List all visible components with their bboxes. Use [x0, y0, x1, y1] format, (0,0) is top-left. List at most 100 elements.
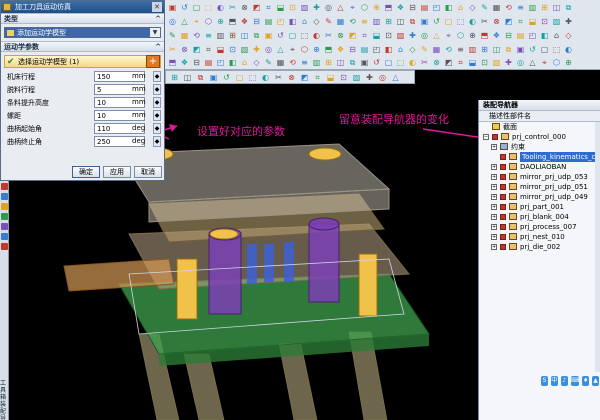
visibility-checkbox[interactable]	[500, 234, 506, 240]
unit-menu-icon[interactable]: ◆	[153, 136, 161, 147]
toolbar-icon[interactable]: ❖	[491, 30, 502, 41]
dialog-title-bar[interactable]: 加工刀具运动仿真 ✕	[1, 1, 164, 13]
toolbar-icon[interactable]: ⟲	[443, 44, 454, 55]
part-nav-icon[interactable]	[1, 203, 8, 210]
toolbar-icon[interactable]: ▣	[515, 44, 526, 55]
toolbar-icon[interactable]: ⊕	[215, 16, 226, 27]
toolbar-icon[interactable]: ⬒	[383, 2, 394, 13]
toolbar-icon[interactable]: ⊡	[287, 2, 298, 13]
toolbar-icon[interactable]: ▧	[491, 57, 502, 68]
visibility-checkbox[interactable]	[500, 244, 506, 250]
toolbar-icon[interactable]: ◇	[467, 2, 478, 13]
toolbar-icon[interactable]: ❖	[395, 2, 406, 13]
toolbar-icon[interactable]: ⊡	[227, 44, 238, 55]
tray-icon[interactable]: ▲	[592, 376, 599, 386]
toolbar-icon[interactable]: ⊡	[539, 16, 550, 27]
toolbar-icon[interactable]: ◎	[419, 30, 430, 41]
toolbar-icon[interactable]: ✎	[263, 57, 274, 68]
toolbar-icon[interactable]: ⌖	[443, 30, 454, 41]
unit-menu-icon[interactable]: ◆	[153, 84, 161, 95]
toolbar-icon[interactable]: ⬚	[455, 16, 466, 27]
toolbar-icon[interactable]: ▦	[275, 57, 286, 68]
toolbar-icon[interactable]: ↺	[527, 44, 538, 55]
toolbar-icon[interactable]: ↺	[371, 57, 382, 68]
toolbar-icon[interactable]: ✂	[419, 57, 430, 68]
close-icon[interactable]: ✕	[152, 2, 162, 12]
toolbar-icon[interactable]: ◫	[551, 2, 562, 13]
toolbar-icon[interactable]: ◎	[515, 57, 526, 68]
unit-menu-icon[interactable]: ◆	[153, 71, 161, 82]
toolbar-icon[interactable]: ✂	[167, 44, 178, 55]
tree-item[interactable]: Tooling_kinematics_c	[479, 152, 600, 162]
toolbar-icon[interactable]: ⌖	[539, 57, 550, 68]
toolbar-icon[interactable]: ⊟	[251, 16, 262, 27]
expand-toggle-icon[interactable]: −	[483, 134, 489, 140]
toolbar-icon[interactable]: ↺	[275, 30, 286, 41]
toolbar-icon[interactable]: ⊕	[371, 2, 382, 13]
toolbar-icon[interactable]: ⊟	[407, 2, 418, 13]
toolbar-icon[interactable]: ✚	[563, 16, 574, 27]
visibility-checkbox[interactable]	[500, 214, 506, 220]
toolbar-icon[interactable]: ✎	[167, 30, 178, 41]
toolbar-icon[interactable]: ⌖	[287, 44, 298, 55]
toolbar-icon[interactable]: ⧉	[407, 16, 418, 27]
toolbar-icon[interactable]: ▤	[203, 57, 214, 68]
toolbar-icon[interactable]: ◰	[527, 30, 538, 41]
tray-icon[interactable]: ♦	[582, 376, 590, 386]
toolbar-icon[interactable]: ✚	[311, 2, 322, 13]
toolbar-icon[interactable]: ⬡	[455, 30, 466, 41]
toolbar-icon[interactable]: △	[527, 57, 538, 68]
toolbar-icon[interactable]: ▣	[419, 16, 430, 27]
toolbar-icon[interactable]: ⬓	[325, 72, 336, 83]
toolbar-icon[interactable]: ⧉	[347, 57, 358, 68]
toolbar-icon[interactable]: ▣	[263, 30, 274, 41]
expand-toggle-icon[interactable]: +	[491, 184, 497, 190]
toolbar-icon[interactable]: ⬓	[527, 16, 538, 27]
toolbar-icon[interactable]: ▦	[491, 2, 502, 13]
history-icon[interactable]	[1, 223, 8, 230]
toolbar-icon[interactable]: ▦	[431, 44, 442, 55]
assembly-nav-icon[interactable]	[1, 193, 8, 200]
toolbar-icon[interactable]: ◧	[287, 16, 298, 27]
visibility-checkbox[interactable]	[500, 184, 506, 190]
visibility-checkbox[interactable]	[500, 154, 506, 160]
toolbar-icon[interactable]: ◫	[335, 57, 346, 68]
toolbar-icon[interactable]: ✚	[251, 44, 262, 55]
select-model-row[interactable]: ✔ 选择运动学模型 (1) +	[4, 55, 161, 68]
toolbar-icon[interactable]: ◧	[383, 44, 394, 55]
navigator-column-header[interactable]: 描述性部件名	[479, 111, 600, 122]
toolbar-icon[interactable]: ⊞	[323, 57, 334, 68]
toolbar-icon[interactable]: ◩	[251, 2, 262, 13]
tree-item[interactable]: 截面	[479, 122, 600, 132]
toolbar-icon[interactable]: ◩	[191, 44, 202, 55]
toolbar-icon[interactable]: ⌂	[239, 57, 250, 68]
toolbar-icon[interactable]: ▦	[335, 16, 346, 27]
toolbar-icon[interactable]: ⊡	[479, 57, 490, 68]
tray-icon[interactable]: ♪	[560, 376, 568, 386]
tray-icon[interactable]: ⌨	[570, 376, 580, 386]
toolbar-icon[interactable]: ▣	[359, 57, 370, 68]
toolbar-icon[interactable]: ⊕	[467, 30, 478, 41]
toolbar-icon[interactable]: ✚	[503, 57, 514, 68]
expand-toggle-icon[interactable]: +	[491, 234, 497, 240]
palette-icon[interactable]	[1, 243, 8, 250]
toolbar-icon[interactable]: ▥	[527, 2, 538, 13]
toolbar-icon[interactable]: ⧉	[563, 2, 574, 13]
expand-toggle-icon[interactable]: +	[491, 244, 497, 250]
visibility-checkbox[interactable]	[500, 204, 506, 210]
toolbar-icon[interactable]: ↺	[221, 72, 232, 83]
toolbar-icon[interactable]: △	[431, 30, 442, 41]
toolbar-icon[interactable]: ⌗	[359, 30, 370, 41]
toolbar-icon[interactable]: ⊟	[347, 44, 358, 55]
toolbar-icon[interactable]: ◇	[311, 16, 322, 27]
expand-toggle-icon[interactable]: +	[491, 204, 497, 210]
toolbar-icon[interactable]: ◎	[323, 2, 334, 13]
toolbar-icon[interactable]: ◐	[311, 30, 322, 41]
expand-toggle-icon[interactable]: +	[491, 144, 497, 150]
toolbar-icon[interactable]: ▥	[311, 57, 322, 68]
toolbar-icon[interactable]: ⌖	[347, 2, 358, 13]
toolbar-icon[interactable]: ▥	[467, 44, 478, 55]
toolbar-icon[interactable]: ◧	[539, 30, 550, 41]
toolbar-icon[interactable]: ⟲	[503, 2, 514, 13]
toolbar-icon[interactable]: ⊞	[169, 72, 180, 83]
